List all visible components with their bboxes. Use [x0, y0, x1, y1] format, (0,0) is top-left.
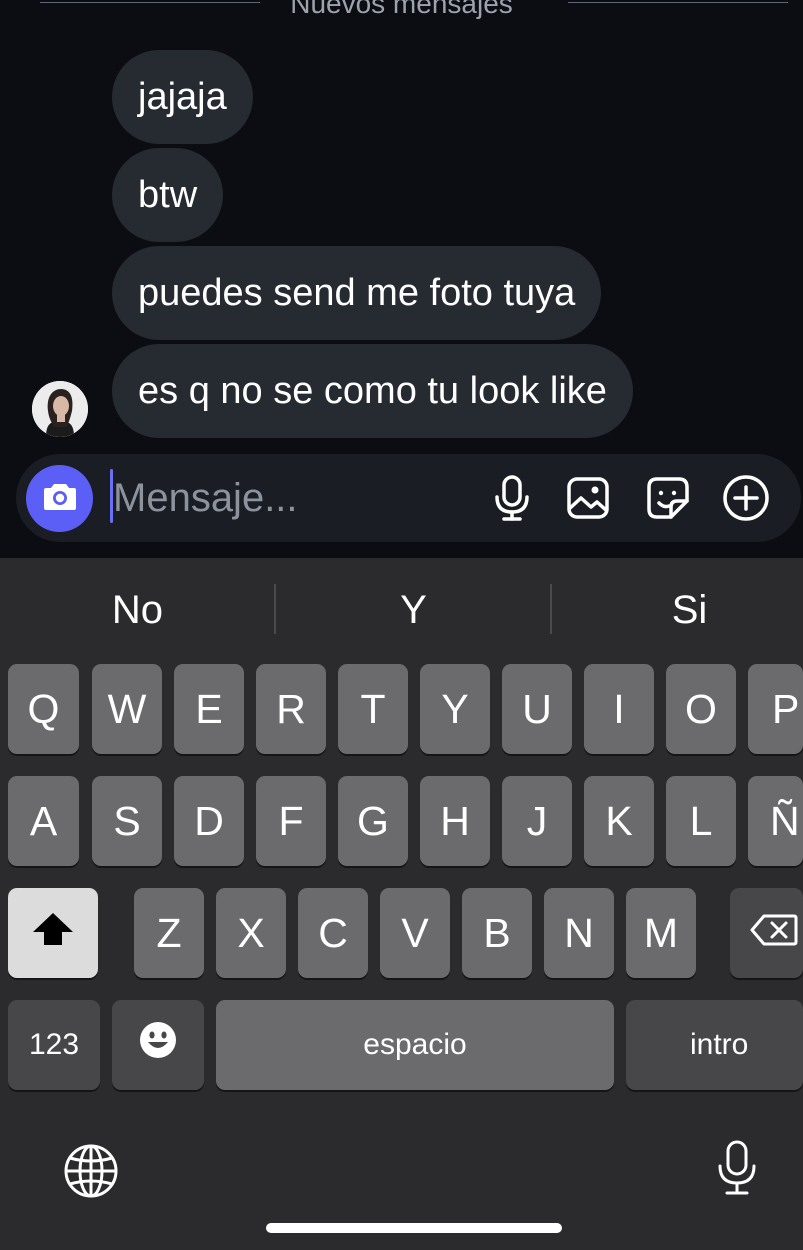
key-a[interactable]: A	[8, 776, 79, 866]
key-f[interactable]: F	[256, 776, 326, 866]
key-t[interactable]: T	[338, 664, 408, 754]
key-s[interactable]: S	[92, 776, 162, 866]
delete-key[interactable]	[730, 888, 803, 978]
key-x[interactable]: X	[216, 888, 286, 978]
suggestion-3[interactable]: Si	[552, 558, 803, 662]
camera-button[interactable]	[26, 465, 93, 532]
suggestion-2[interactable]: Y	[276, 558, 551, 662]
key-g[interactable]: G	[338, 776, 408, 866]
key-q[interactable]: Q	[8, 664, 79, 754]
key-e[interactable]: E	[174, 664, 244, 754]
shift-icon	[31, 910, 75, 957]
camera-icon	[43, 481, 77, 516]
message-input[interactable]	[113, 464, 473, 532]
key-r[interactable]: R	[256, 664, 326, 754]
key-u[interactable]: U	[502, 664, 572, 754]
key-n[interactable]: N	[544, 888, 614, 978]
chat-thread: Nuevos mensajes jajaja btw puedes send m…	[0, 0, 803, 558]
key-p[interactable]: P	[748, 664, 803, 754]
key-j[interactable]: J	[502, 776, 572, 866]
key-c[interactable]: C	[298, 888, 368, 978]
key-v[interactable]: V	[380, 888, 450, 978]
message-bubble[interactable]: puedes send me foto tuya	[112, 246, 602, 340]
key-b[interactable]: B	[462, 888, 532, 978]
key-i[interactable]: I	[584, 664, 654, 754]
emoji-key[interactable]	[112, 1000, 204, 1090]
key-k[interactable]: K	[584, 776, 654, 866]
dictation-microphone-icon[interactable]	[712, 1138, 762, 1198]
message-composer	[16, 454, 801, 542]
key-z[interactable]: Z	[134, 888, 204, 978]
microphone-icon[interactable]	[488, 474, 536, 522]
gallery-icon[interactable]	[564, 474, 612, 522]
globe-icon[interactable]	[62, 1142, 120, 1200]
return-key[interactable]: intro	[626, 1000, 803, 1090]
key-n-tilde[interactable]: Ñ	[748, 776, 803, 866]
key-h[interactable]: H	[420, 776, 490, 866]
new-messages-divider: Nuevos mensajes	[290, 0, 513, 19]
sender-avatar[interactable]	[32, 381, 88, 437]
shift-key[interactable]	[8, 888, 98, 978]
home-indicator[interactable]	[266, 1223, 562, 1233]
numbers-key[interactable]: 123	[8, 1000, 100, 1090]
space-key[interactable]: espacio	[216, 1000, 614, 1090]
backspace-icon	[750, 910, 798, 957]
key-l[interactable]: L	[666, 776, 736, 866]
message-bubble[interactable]: btw	[112, 148, 224, 242]
emoji-icon	[138, 1020, 178, 1070]
key-m[interactable]: M	[626, 888, 696, 978]
key-d[interactable]: D	[174, 776, 244, 866]
key-w[interactable]: W	[92, 664, 162, 754]
add-icon[interactable]	[722, 474, 770, 522]
sticker-icon[interactable]	[644, 474, 692, 522]
message-bubble[interactable]: jajaja	[112, 50, 253, 144]
key-y[interactable]: Y	[420, 664, 490, 754]
suggestion-1[interactable]: No	[0, 558, 275, 662]
message-bubble[interactable]: es q no se como tu look like	[112, 344, 633, 438]
key-o[interactable]: O	[666, 664, 736, 754]
